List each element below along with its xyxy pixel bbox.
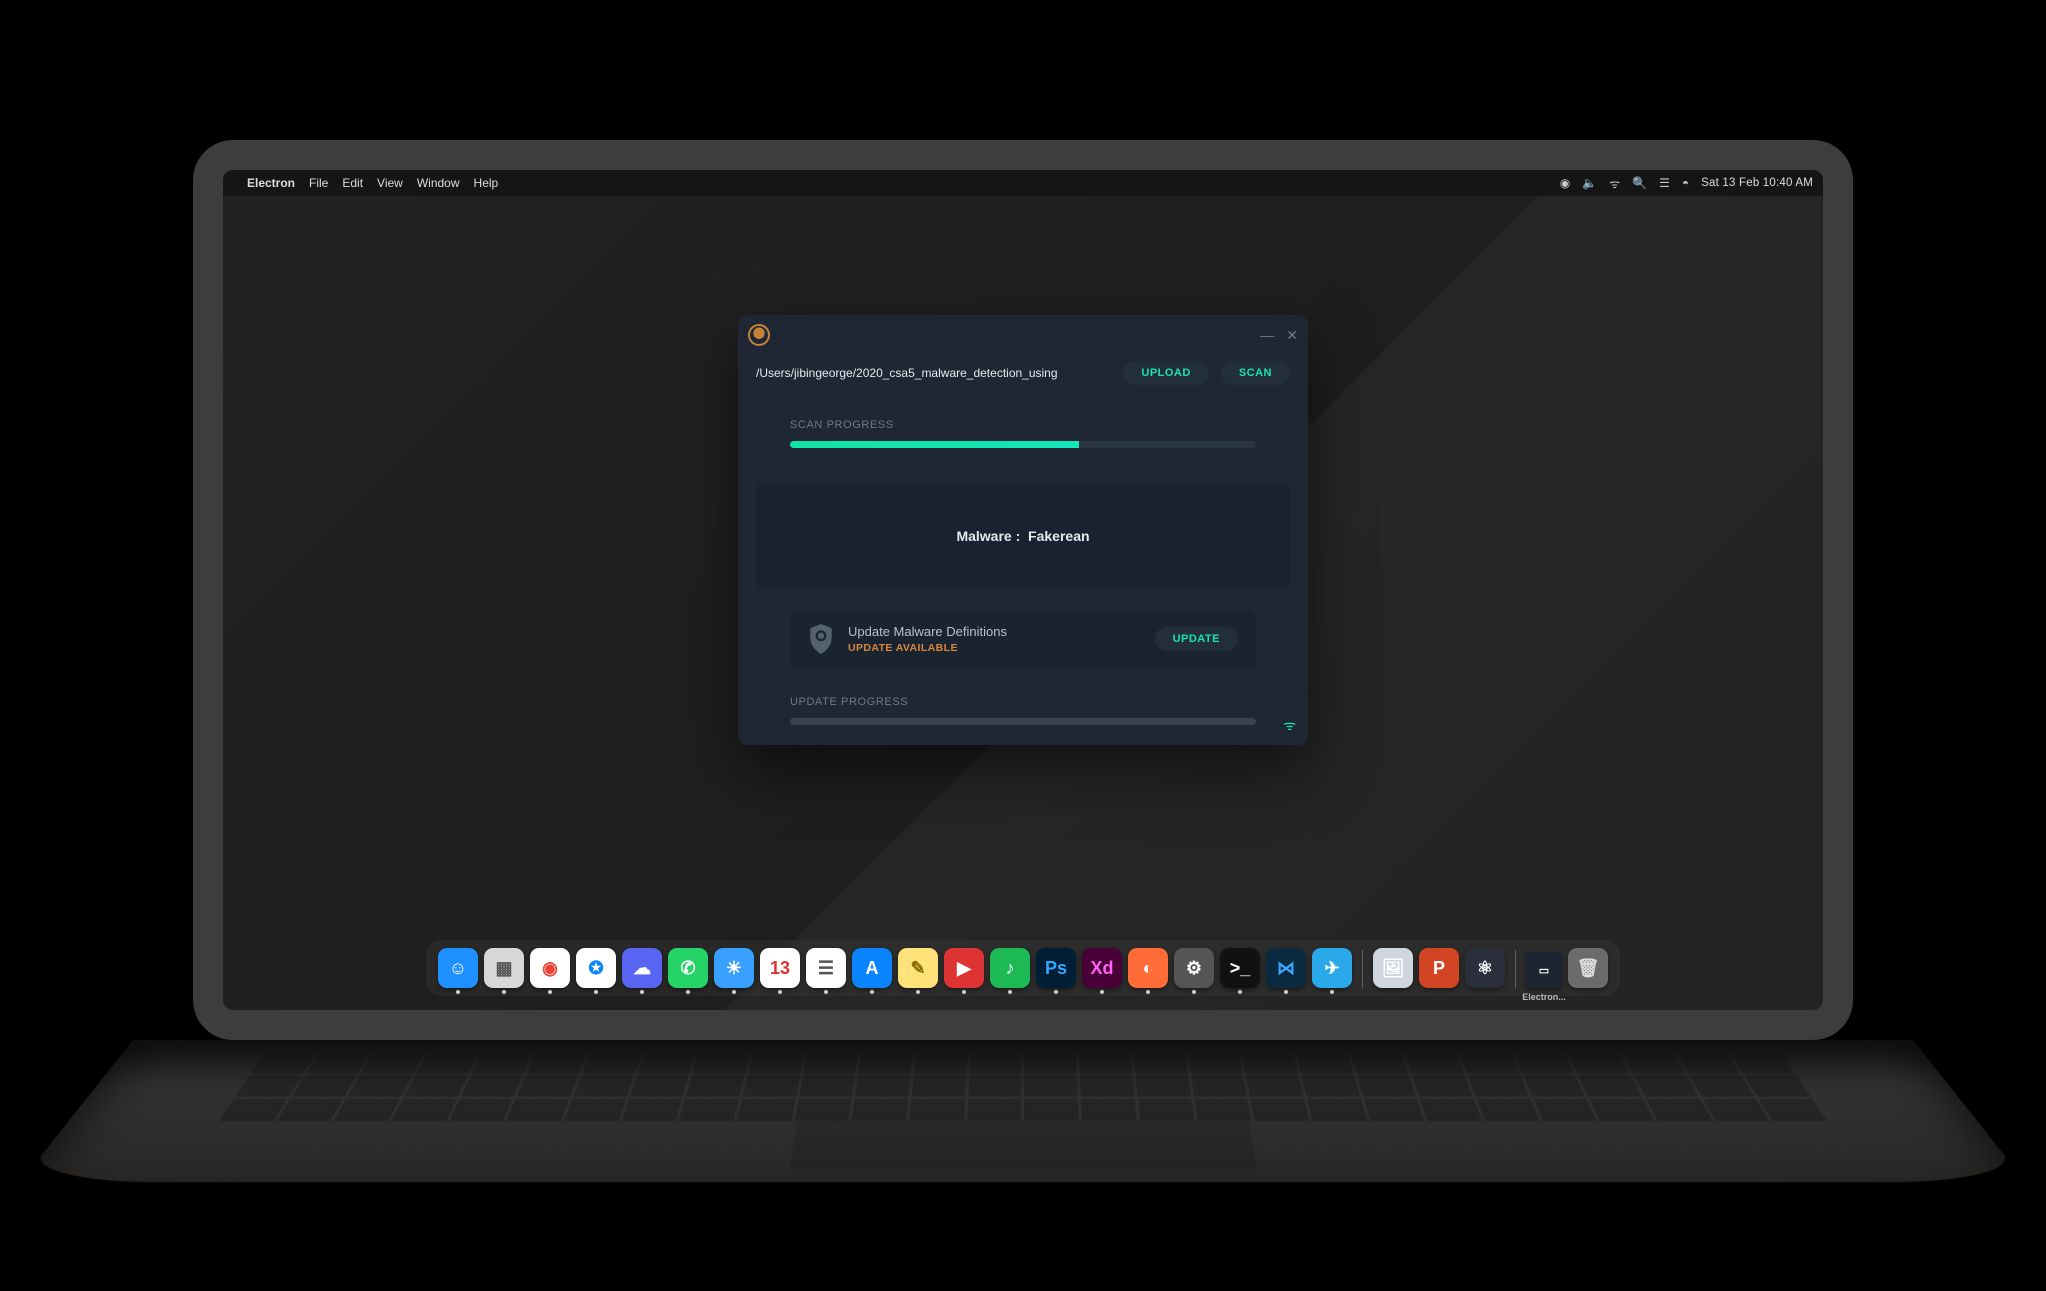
definitions-update-card: Update Malware Definitions UPDATE AVAILA… (790, 610, 1256, 668)
scan-progress-panel: SCAN PROGRESS (738, 401, 1308, 458)
scan-progress-label: SCAN PROGRESS (790, 419, 1256, 431)
update-button[interactable]: UPDATE (1155, 627, 1238, 651)
definitions-text: Update Malware Definitions UPDATE AVAILA… (848, 624, 1007, 654)
menu-window[interactable]: Window (417, 176, 460, 190)
detected-malware-name: Fakerean (1028, 528, 1089, 544)
definitions-status: UPDATE AVAILABLE (848, 642, 1007, 654)
shield-icon (808, 624, 834, 654)
scan-result-card: Malware : Fakerean (756, 484, 1290, 588)
result-prefix: Malware : (956, 528, 1020, 544)
dock-app-reminders[interactable]: ☰ (806, 948, 846, 988)
screen-record-icon[interactable]: ◉ (1560, 176, 1570, 190)
dock-app-postman[interactable]: ◐ (1128, 948, 1168, 988)
dock-app-weather[interactable]: ☀ (714, 948, 754, 988)
upload-button[interactable]: UPLOAD (1123, 361, 1208, 385)
file-path-display: /Users/jibingeorge/2020_csa5_malware_det… (756, 366, 1111, 380)
spotlight-icon[interactable]: 🔍 (1632, 176, 1647, 190)
macos-menubar: Electron File Edit View Window Help ◉ 🔈 … (223, 170, 1823, 196)
desktop-screen: Electron File Edit View Window Help ◉ 🔈 … (223, 170, 1823, 1010)
menu-view[interactable]: View (377, 176, 403, 190)
definitions-title: Update Malware Definitions (848, 624, 1007, 639)
menu-file[interactable]: File (309, 176, 328, 190)
dock-app-discord[interactable]: ☁ (622, 948, 662, 988)
dock-app-minimized-window[interactable]: ▭Electron... (1526, 952, 1562, 988)
laptop-trackpad (789, 1121, 1257, 1169)
connection-status-icon: ᯤ (1283, 716, 1296, 735)
dock-app-safari[interactable]: ✪ (576, 948, 616, 988)
menu-edit[interactable]: Edit (342, 176, 363, 190)
dock-app-whatsapp[interactable]: ✆ (668, 948, 708, 988)
dock-app-powerpoint[interactable]: P (1419, 948, 1459, 988)
scan-toolbar: /Users/jibingeorge/2020_csa5_malware_det… (738, 355, 1308, 401)
malware-scanner-window: — ✕ /Users/jibingeorge/2020_csa5_malware… (738, 315, 1308, 745)
dock-app-photoshop[interactable]: Ps (1036, 948, 1076, 988)
dock-app-spotify[interactable]: ♪ (990, 948, 1030, 988)
scan-progress-fill (790, 441, 1079, 448)
window-controls: — ✕ (1260, 327, 1298, 344)
menubar-clock[interactable]: Sat 13 Feb 10:40 AM (1701, 177, 1813, 189)
update-progress-label: UPDATE PROGRESS (790, 696, 1256, 708)
app-logo-icon (748, 324, 770, 346)
volume-icon[interactable]: 🔈 (1582, 176, 1597, 190)
dock-trash[interactable]: 🗑 (1568, 948, 1608, 988)
app-titlebar[interactable]: — ✕ (738, 315, 1308, 355)
dock-app-vscode[interactable]: ⋈ (1266, 948, 1306, 988)
menubar-left: Electron File Edit View Window Help (233, 176, 498, 190)
active-app-name[interactable]: Electron (247, 176, 295, 190)
update-progress-fill (790, 718, 1256, 725)
scan-progress-bar (790, 441, 1256, 448)
dock-app-chrome[interactable]: ◉ (530, 948, 570, 988)
dock-app-finder[interactable]: ☺ (438, 948, 478, 988)
laptop-lid: Electron File Edit View Window Help ◉ 🔈 … (193, 140, 1853, 1040)
minimize-button[interactable]: — (1260, 327, 1274, 344)
dock-app-launchpad[interactable]: ▦ (484, 948, 524, 988)
menu-help[interactable]: Help (474, 176, 499, 190)
scan-button[interactable]: SCAN (1221, 361, 1290, 385)
stage: Electron File Edit View Window Help ◉ 🔈 … (0, 0, 2046, 1291)
update-progress-panel: UPDATE PROGRESS (738, 672, 1308, 745)
menubar-right: ◉ 🔈 ᯤ 🔍 ☰ ◓ Sat 13 Feb 10:40 AM (1560, 175, 1813, 192)
dock-app-preview[interactable]: 🖼 (1373, 948, 1413, 988)
dock-app-appstore[interactable]: A (852, 948, 892, 988)
siri-icon[interactable]: ◓ (1682, 176, 1689, 190)
dock-app-calendar[interactable]: 13 (760, 948, 800, 988)
dock-separator (1515, 950, 1516, 988)
dock-app-settings[interactable]: ⚙ (1174, 948, 1214, 988)
wifi-icon[interactable]: ᯤ (1609, 175, 1620, 192)
dock-app-electron-dev[interactable]: ⚛ (1465, 948, 1505, 988)
dock-app-label: Electron... (1522, 992, 1566, 1002)
close-button[interactable]: ✕ (1286, 327, 1298, 344)
control-center-icon[interactable]: ☰ (1659, 176, 1670, 190)
dock-app-xd[interactable]: Xd (1082, 948, 1122, 988)
laptop-deck (20, 1040, 2026, 1182)
macos-dock: ☺▦◉✪☁✆☀13☰A✎▶♪PsXd◐⚙>_⋈✈ 🖼P⚛ ▭Electron...🗑 (426, 940, 1620, 996)
update-progress-bar (790, 718, 1256, 725)
laptop-keyboard (219, 1053, 1828, 1121)
dock-app-terminal[interactable]: >_ (1220, 948, 1260, 988)
laptop-mock: Electron File Edit View Window Help ◉ 🔈 … (193, 140, 1853, 1260)
dock-separator (1362, 950, 1363, 988)
dock-app-youtube-music[interactable]: ▶ (944, 948, 984, 988)
dock-app-telegram[interactable]: ✈ (1312, 948, 1352, 988)
dock-app-notes[interactable]: ✎ (898, 948, 938, 988)
